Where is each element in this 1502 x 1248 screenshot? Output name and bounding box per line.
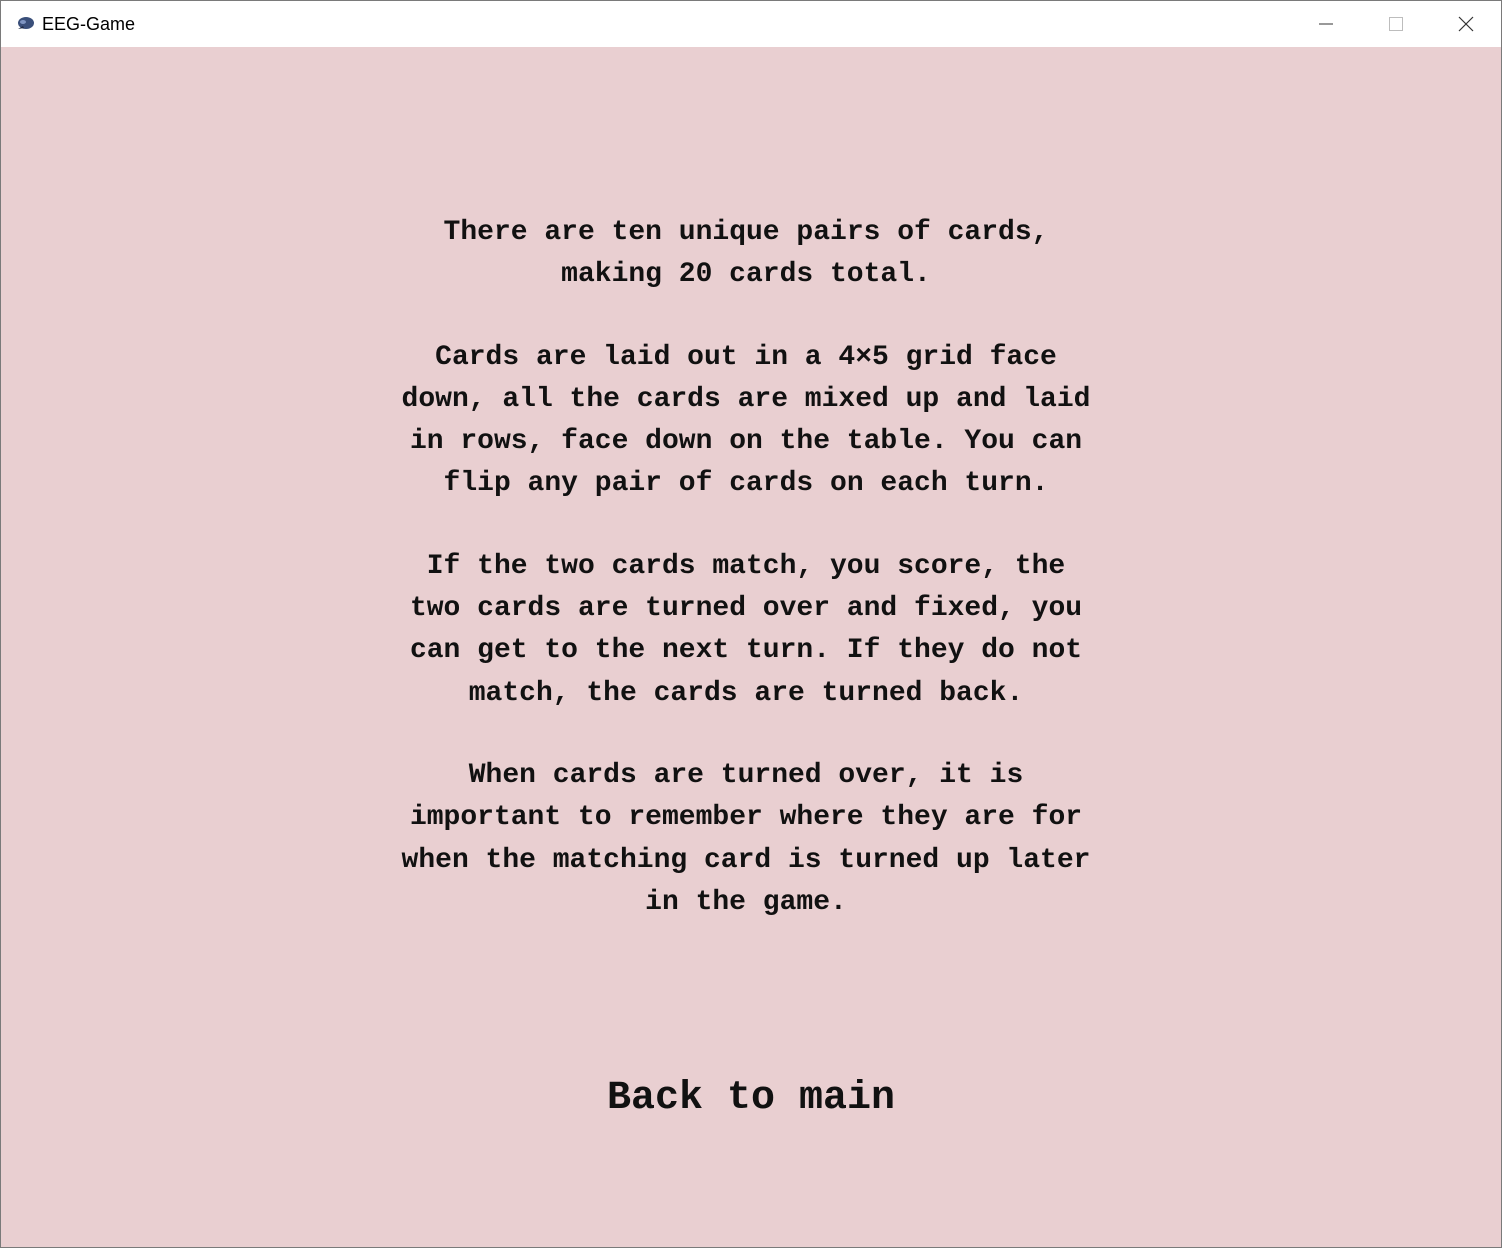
instructions-text: There are ten unique pairs of cards, mak… bbox=[321, 212, 1171, 964]
title-bar[interactable]: EEG-Game bbox=[1, 1, 1501, 47]
back-to-main-button[interactable]: Back to main bbox=[551, 1069, 951, 1129]
brain-app-icon bbox=[18, 17, 34, 29]
instructions-paragraph-4: When cards are turned over, it is import… bbox=[401, 759, 1091, 918]
window-title: EEG-Game bbox=[42, 14, 136, 34]
maximize-button[interactable] bbox=[1361, 1, 1431, 47]
minimize-button[interactable] bbox=[1291, 1, 1361, 47]
app-window: EEG-Game There are ten unique pairs of c… bbox=[0, 0, 1502, 1248]
minimize-icon bbox=[1319, 23, 1333, 25]
instructions-screen: There are ten unique pairs of cards, mak… bbox=[1, 47, 1501, 1247]
maximize-icon bbox=[1389, 17, 1403, 31]
instructions-paragraph-1: There are ten unique pairs of cards, mak… bbox=[443, 217, 1049, 291]
instructions-paragraph-3: If the two cards match, you score, the t… bbox=[409, 550, 1083, 709]
close-icon bbox=[1458, 16, 1474, 32]
instructions-paragraph-2: Cards are laid out in a 4×5 grid face do… bbox=[401, 341, 1091, 500]
close-button[interactable] bbox=[1431, 1, 1501, 47]
